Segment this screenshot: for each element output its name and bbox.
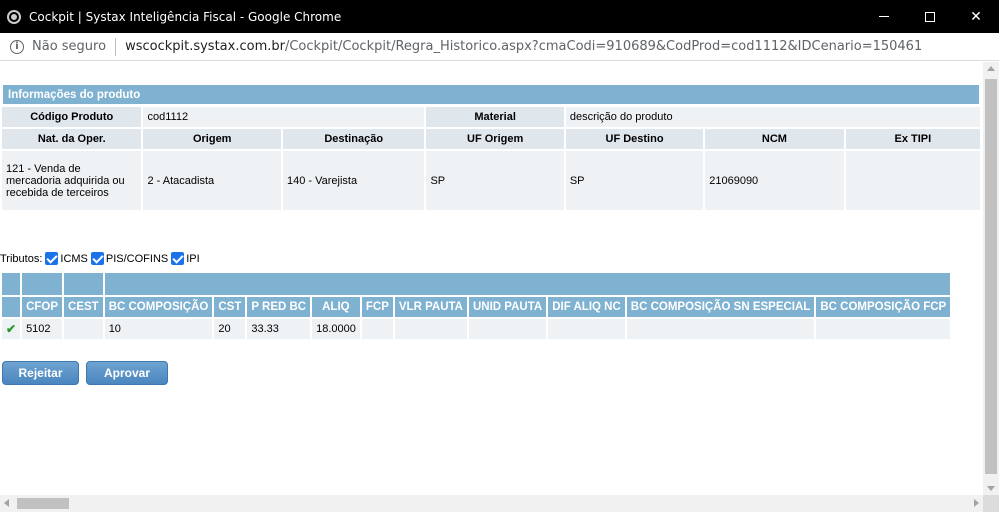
column-header-bc-composicao-fcp[interactable]: BC COMPOSIÇÃO FCP bbox=[816, 297, 951, 317]
header-ex-tipi: Ex TIPI bbox=[845, 129, 980, 149]
minimize-icon bbox=[879, 16, 889, 17]
value-ncm: 21069090 bbox=[705, 151, 844, 210]
page-content: Informações do produto Código Produto co… bbox=[0, 62, 983, 495]
maximize-icon bbox=[925, 11, 935, 22]
icms-checkbox[interactable] bbox=[45, 252, 59, 265]
header-destinacao: Destinação bbox=[282, 129, 425, 149]
header-nat-oper: Nat. da Oper. bbox=[2, 129, 142, 149]
url-text[interactable]: wscockpit.systax.com.br/Cockpit/Cockpit/… bbox=[125, 39, 922, 54]
tributos-label: Tributos: bbox=[0, 252, 43, 265]
icms-label[interactable]: ICMS bbox=[60, 253, 88, 265]
column-header-cest[interactable]: CEST bbox=[64, 297, 103, 317]
group-header-cell bbox=[104, 273, 951, 295]
cell-vlr-pauta bbox=[394, 319, 467, 339]
value-destinacao: 140 - Varejista bbox=[282, 151, 425, 210]
reject-button[interactable]: Rejeitar bbox=[2, 361, 79, 385]
close-icon: ✕ bbox=[970, 8, 982, 25]
product-info-table: Código Produto cod1112 Material descriçã… bbox=[0, 105, 982, 212]
group-header-cell bbox=[64, 273, 103, 295]
scroll-right-icon[interactable] bbox=[974, 499, 979, 507]
column-header-cfop[interactable]: CFOP bbox=[22, 297, 63, 317]
rules-grid: CFOP CEST BC COMPOSIÇÃO CST P RED BC ALI… bbox=[0, 271, 983, 341]
codigo-value: cod1112 bbox=[143, 107, 425, 127]
material-value: descrição do produto bbox=[565, 107, 980, 127]
close-button[interactable]: ✕ bbox=[953, 0, 999, 33]
ipi-label[interactable]: IPI bbox=[186, 253, 199, 265]
value-origem: 2 - Atacadista bbox=[143, 151, 281, 210]
column-header-status bbox=[2, 297, 21, 317]
column-header-fcp[interactable]: FCP bbox=[361, 297, 393, 317]
rules-group-header bbox=[2, 273, 951, 295]
column-header-aliq[interactable]: ALIQ bbox=[312, 297, 360, 317]
vertical-scrollbar[interactable] bbox=[983, 62, 999, 495]
cell-bc-composicao-sn-especial bbox=[626, 319, 815, 339]
chrome-app-icon bbox=[7, 9, 21, 24]
rules-table: CFOP CEST BC COMPOSIÇÃO CST P RED BC ALI… bbox=[0, 271, 952, 341]
horizontal-scroll-thumb[interactable] bbox=[17, 498, 69, 509]
cell-cfop: 5102 bbox=[22, 319, 63, 339]
material-label: Material bbox=[426, 107, 564, 127]
group-header-cell bbox=[22, 273, 63, 295]
codigo-label: Código Produto bbox=[2, 107, 142, 127]
tributos-filter: Tributos: ICMS PIS/COFINS IPI bbox=[0, 252, 200, 265]
group-header-cell bbox=[2, 273, 21, 295]
column-header-unid-pauta[interactable]: UNID PAUTA bbox=[468, 297, 547, 317]
rules-header-row: CFOP CEST BC COMPOSIÇÃO CST P RED BC ALI… bbox=[2, 297, 951, 317]
maximize-button[interactable] bbox=[907, 0, 953, 33]
cell-aliq: 18.0000 bbox=[312, 319, 360, 339]
cell-unid-pauta bbox=[468, 319, 547, 339]
ipi-checkbox[interactable] bbox=[171, 252, 185, 265]
column-header-p-red-bc[interactable]: P RED BC bbox=[247, 297, 311, 317]
column-header-cst[interactable]: CST bbox=[214, 297, 246, 317]
horizontal-scrollbar[interactable] bbox=[0, 495, 983, 512]
window-titlebar: Cockpit | Systax Inteligência Fiscal - G… bbox=[0, 0, 999, 33]
scrollbar-corner bbox=[983, 495, 999, 512]
pis-cofins-label[interactable]: PIS/COFINS bbox=[106, 253, 168, 265]
value-uf-origem: SP bbox=[426, 151, 564, 210]
cell-p-red-bc: 33.33 bbox=[247, 319, 311, 339]
value-uf-destino: SP bbox=[565, 151, 704, 210]
column-header-bc-composicao[interactable]: BC COMPOSIÇÃO bbox=[104, 297, 213, 317]
header-uf-origem: UF Origem bbox=[426, 129, 564, 149]
cell-dif-aliq-nc bbox=[548, 319, 625, 339]
scroll-left-icon[interactable] bbox=[4, 499, 9, 507]
url-host: wscockpit.systax.com.br bbox=[125, 39, 285, 54]
cell-bc-composicao-fcp bbox=[816, 319, 951, 339]
column-header-dif-aliq-nc[interactable]: DIF ALIQ NC bbox=[548, 297, 625, 317]
cell-fcp bbox=[361, 319, 393, 339]
table-row[interactable]: ✔ 5102 10 20 33.33 18.0000 bbox=[2, 319, 951, 339]
product-section-title: Informações do produto bbox=[2, 84, 980, 105]
cell-bc-composicao: 10 bbox=[104, 319, 213, 339]
header-uf-destino: UF Destino bbox=[565, 129, 704, 149]
security-label[interactable]: Não seguro bbox=[32, 39, 106, 54]
value-ex-tipi bbox=[845, 151, 980, 210]
info-icon[interactable]: i bbox=[10, 39, 24, 54]
url-path: /Cockpit/Cockpit/Regra_Historico.aspx?cm… bbox=[284, 39, 923, 54]
product-info-panel: Informações do produto Código Produto co… bbox=[2, 84, 980, 212]
cell-cst: 20 bbox=[214, 319, 246, 339]
vertical-scroll-thumb[interactable] bbox=[985, 79, 997, 474]
minimize-button[interactable] bbox=[861, 0, 907, 33]
header-ncm: NCM bbox=[705, 129, 844, 149]
window-title: Cockpit | Systax Inteligência Fiscal - G… bbox=[29, 9, 342, 24]
column-header-bc-composicao-sn-especial[interactable]: BC COMPOSIÇÃO SN ESPECIAL bbox=[626, 297, 815, 317]
column-header-vlr-pauta[interactable]: VLR PAUTA bbox=[394, 297, 467, 317]
address-separator bbox=[115, 37, 117, 56]
row-status-cell: ✔ bbox=[2, 319, 21, 339]
pis-cofins-checkbox[interactable] bbox=[90, 252, 104, 265]
check-icon: ✔ bbox=[6, 322, 17, 336]
value-nat-oper: 121 - Venda de mercadoria adquirida ou r… bbox=[2, 151, 142, 210]
approve-button[interactable]: Aprovar bbox=[86, 361, 168, 385]
address-bar[interactable]: i Não seguro wscockpit.systax.com.br/Coc… bbox=[0, 33, 999, 61]
scroll-down-icon[interactable] bbox=[987, 486, 995, 491]
scroll-up-icon[interactable] bbox=[987, 66, 995, 71]
cell-cest bbox=[64, 319, 103, 339]
header-origem: Origem bbox=[143, 129, 281, 149]
